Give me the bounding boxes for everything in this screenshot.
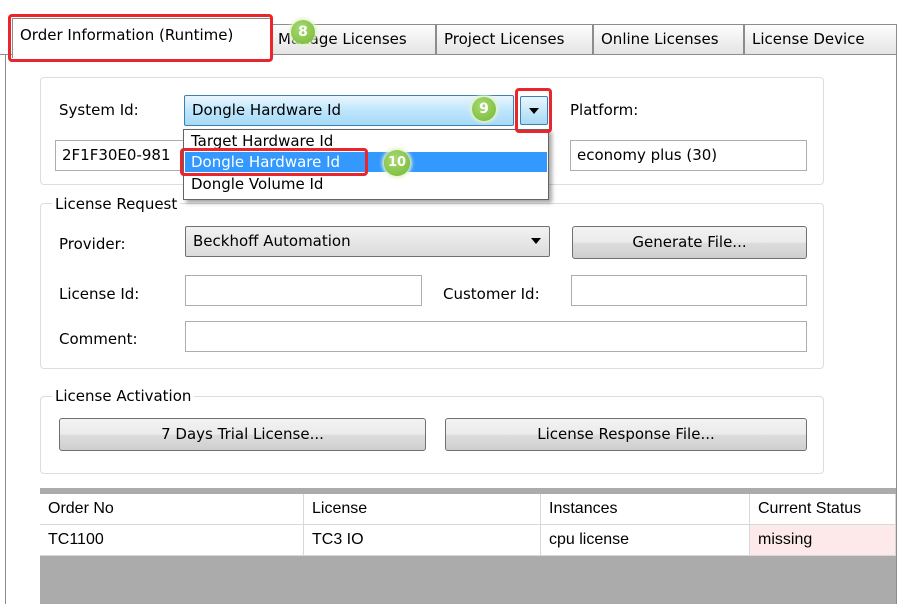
tab-project-licenses[interactable]: Project Licenses — [436, 24, 593, 54]
provider-dropdown[interactable]: Beckhoff Automation — [185, 226, 550, 257]
column-header-order-no[interactable]: Order No — [40, 494, 304, 525]
cell-order-no: TC1100 — [40, 525, 304, 556]
step-badge-9: 9 — [472, 97, 496, 121]
highlight-order-information-tab — [8, 14, 273, 62]
highlight-dongle-hardware-option — [180, 148, 368, 176]
tab-online-licenses[interactable]: Online Licenses — [593, 24, 744, 54]
provider-label: Provider: — [59, 235, 126, 253]
provider-selected: Beckhoff Automation — [193, 232, 351, 250]
customer-id-label: Customer Id: — [443, 285, 540, 303]
column-header-instances[interactable]: Instances — [541, 494, 750, 525]
platform-label: Platform: — [570, 101, 639, 119]
chevron-down-icon — [531, 238, 541, 244]
license-id-input[interactable] — [185, 275, 422, 306]
system-id-dropdown[interactable]: Dongle Hardware Id — [184, 95, 514, 126]
table-header-row: Order No License Instances Current Statu… — [40, 494, 896, 525]
step-badge-10: 10 — [384, 150, 410, 176]
generate-file-button[interactable]: Generate File... — [572, 226, 807, 259]
license-response-file-button[interactable]: License Response File... — [445, 418, 807, 451]
panel-border-right — [896, 54, 897, 604]
system-id-selected: Dongle Hardware Id — [192, 101, 342, 119]
cell-license: TC3 IO — [304, 525, 541, 556]
order-table: Order No License Instances Current Statu… — [40, 488, 896, 604]
comment-label: Comment: — [59, 330, 138, 348]
platform-field: economy plus (30) — [570, 140, 807, 171]
dropdown-option-dongle-volume-id[interactable]: Dongle Volume Id — [185, 174, 547, 194]
trial-license-button[interactable]: 7 Days Trial License... — [59, 418, 426, 451]
table-row[interactable]: TC1100 TC3 IO cpu license missing — [40, 525, 896, 556]
customer-id-input[interactable] — [571, 275, 807, 306]
highlight-dropdown-button — [515, 88, 552, 133]
comment-input[interactable] — [185, 321, 807, 352]
cell-current-status: missing — [750, 525, 896, 556]
panel-border-left — [5, 54, 6, 604]
license-id-label: License Id: — [59, 285, 140, 303]
tab-license-device[interactable]: License Device — [744, 24, 897, 54]
license-request-title: License Request — [52, 195, 181, 213]
column-header-current-status[interactable]: Current Status — [750, 494, 896, 525]
cell-instances: cpu license — [541, 525, 750, 556]
system-id-label: System Id: — [59, 101, 139, 119]
system-id-field[interactable]: 2F1F30E0-981 — [55, 140, 195, 171]
step-badge-8: 8 — [291, 20, 315, 44]
column-header-license[interactable]: License — [304, 494, 541, 525]
license-activation-title: License Activation — [52, 387, 195, 405]
